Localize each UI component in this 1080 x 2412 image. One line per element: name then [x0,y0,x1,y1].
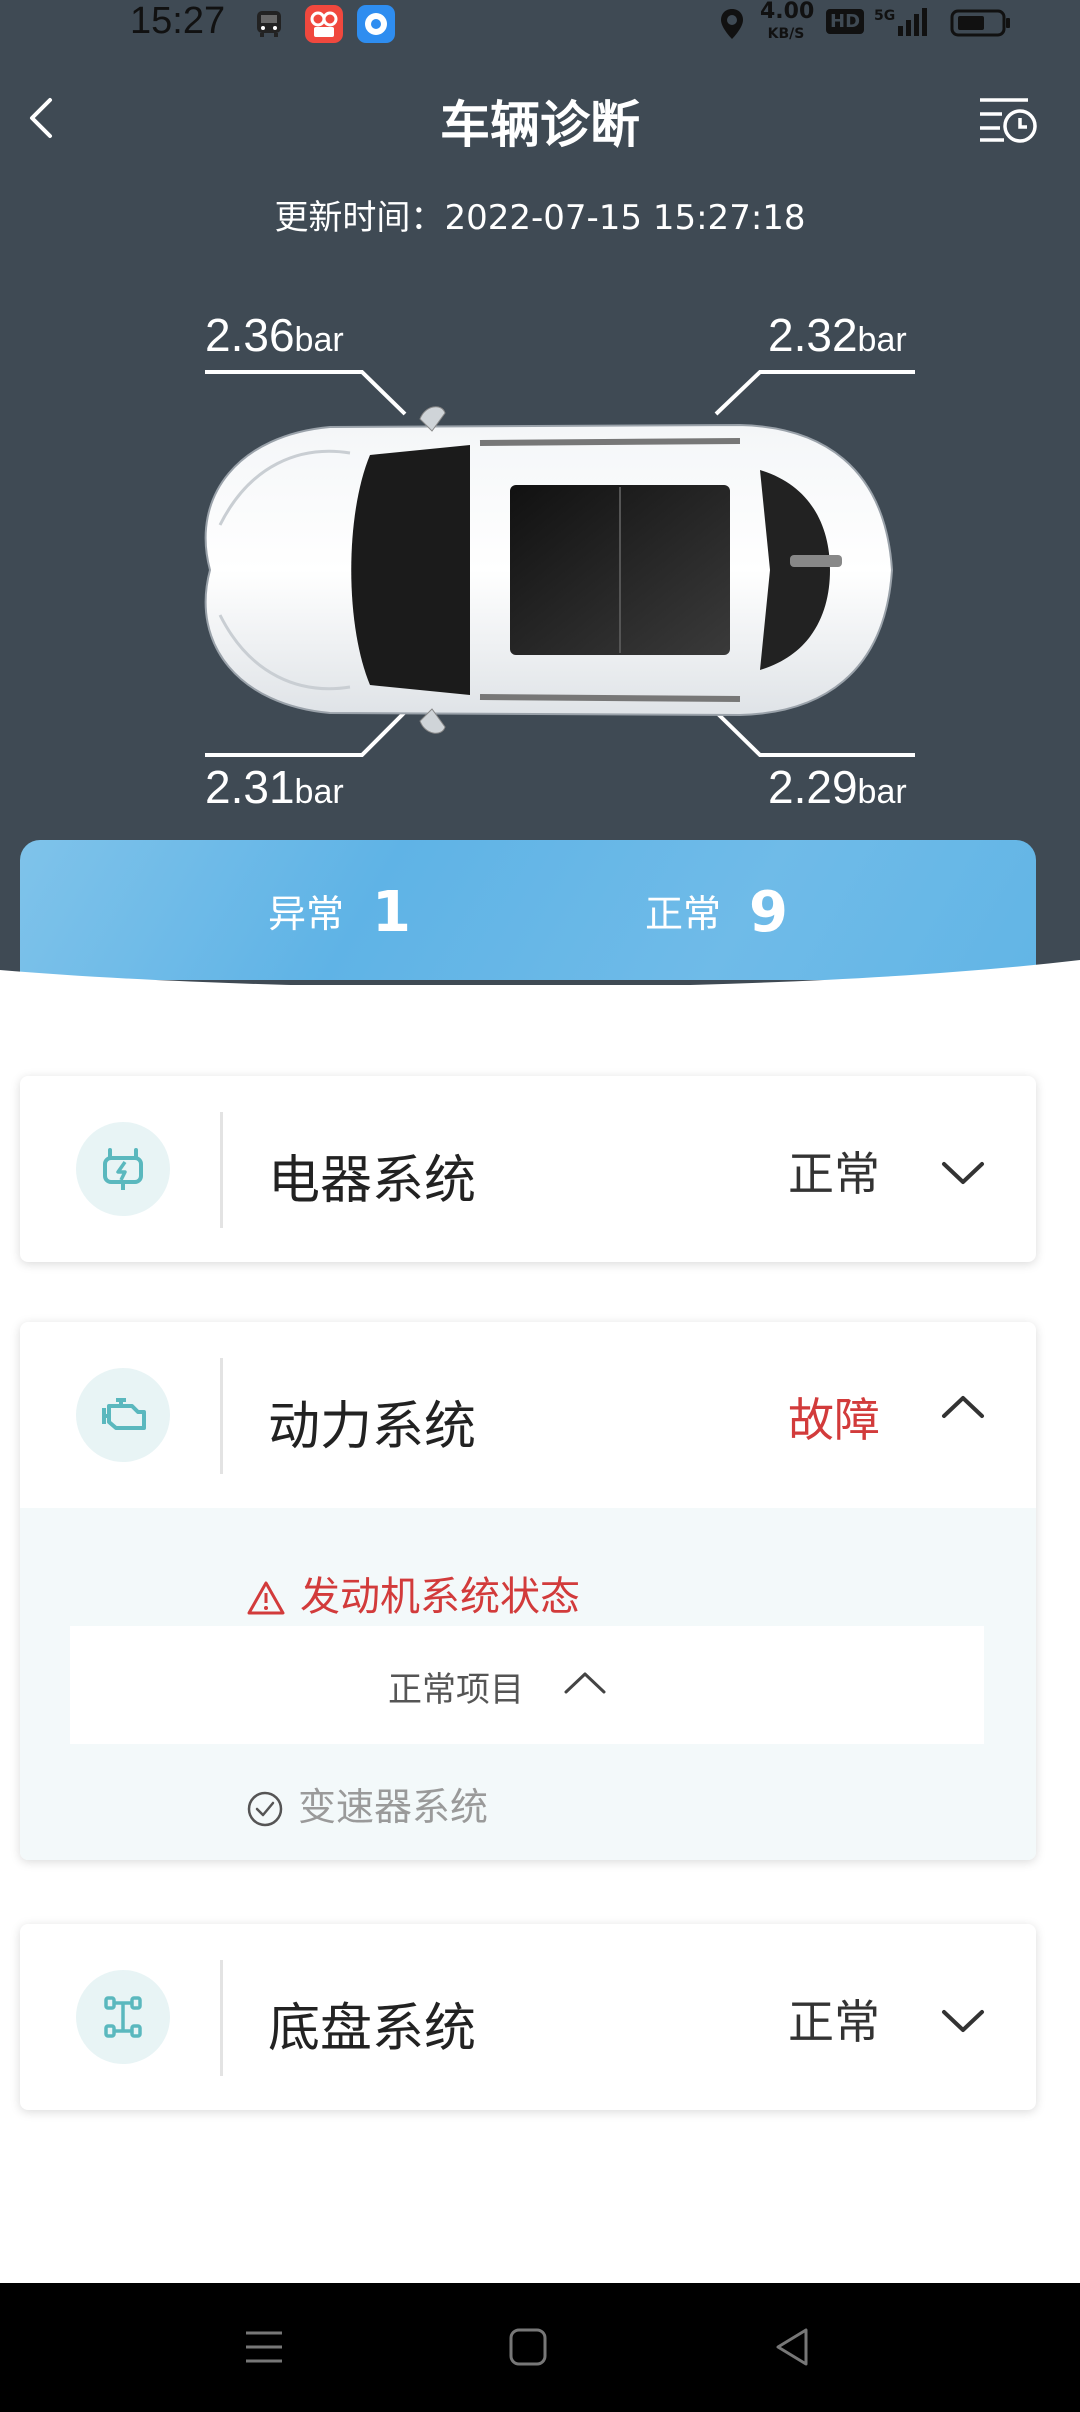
chevron-up-icon [564,1672,606,1694]
warning-icon [247,1581,285,1615]
divider [220,1960,223,2076]
check-circle-icon [247,1791,283,1827]
tire-front-left: 2.36bar [205,309,344,361]
menu-icon[interactable] [244,2325,284,2369]
chevron-down-icon[interactable] [938,1996,988,2046]
engine-icon [76,1368,170,1462]
banner-wave [0,960,1080,1020]
tire-front-right: 2.32bar [768,309,907,361]
chevron-up-icon[interactable] [938,1382,988,1432]
tire-rear-left: 2.31bar [205,761,344,813]
system-status: 正常 [788,1147,880,1201]
chevron-down-icon[interactable] [938,1148,988,1198]
system-details: 发动机系统状态 正常项目 变速器系统 [20,1508,1036,1860]
normal-items-label: 正常项目 [388,1670,524,1710]
divider [220,1112,223,1228]
system-name: 动力系统 [268,1397,477,1457]
system-card-header[interactable]: 底盘系统 正常 [20,1924,1036,2110]
system-status: 正常 [788,1995,880,2049]
system-card-powertrain[interactable]: 动力系统 故障 发动机系统状态 正常项目 变速器系统 [20,1322,1036,1860]
system-name: 底盘系统 [268,1999,477,2059]
home-icon[interactable] [508,2325,548,2369]
system-status: 故障 [788,1393,880,1447]
system-card-electrical[interactable]: 电器系统 正常 [20,1076,1036,1262]
system-card-header[interactable]: 动力系统 故障 [20,1322,1036,1508]
car-top-view [204,406,894,734]
fault-item[interactable]: 发动机系统状态 [246,1564,580,1622]
system-card-chassis[interactable]: 底盘系统 正常 [20,1924,1036,2110]
normal-count: 正常 9 [645,880,788,945]
system-name: 电器系统 [268,1151,477,1211]
battery-plug-icon [76,1122,170,1216]
divider [220,1358,223,1474]
system-card-header[interactable]: 电器系统 正常 [20,1076,1036,1262]
system-nav-bar [0,2283,1080,2412]
abnormal-count: 异常 1 [268,880,411,945]
tire-rear-right: 2.29bar [768,761,907,813]
normal-item: 变速器系统 [246,1776,488,1831]
chassis-icon [76,1970,170,2064]
fault-item-label: 发动机系统状态 [300,1574,580,1620]
normal-items-toggle[interactable]: 正常项目 [70,1626,984,1744]
back-nav-icon[interactable] [772,2325,812,2369]
normal-item-label: 变速器系统 [298,1785,489,1829]
